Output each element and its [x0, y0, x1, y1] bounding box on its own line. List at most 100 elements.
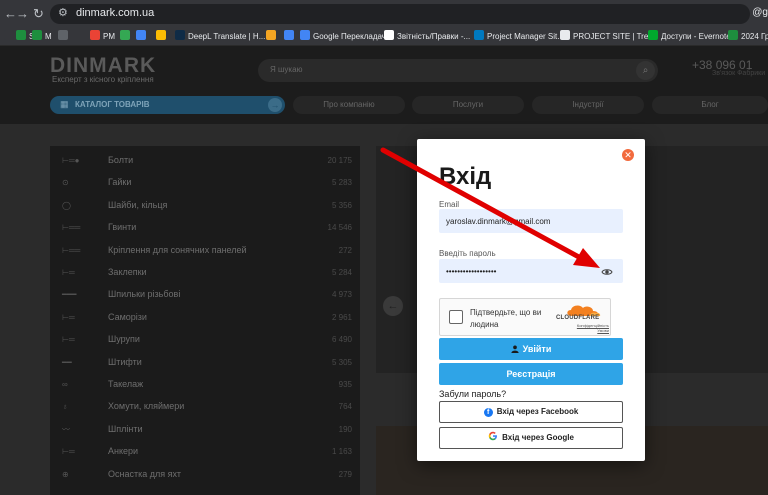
bookmark-favicon-icon — [32, 30, 42, 40]
forgot-password-link[interactable]: Забули пароль? — [439, 389, 506, 399]
eye-icon[interactable] — [601, 266, 613, 278]
bookmark-item[interactable]: 2024 Граф — [728, 30, 768, 44]
category-icon: ⊢══ — [62, 223, 81, 233]
category-item[interactable]: ⊢═ Анкери 1 163 — [50, 441, 360, 463]
cloudflare-links[interactable]: Конфіденційність Умови — [565, 323, 609, 333]
close-icon[interactable]: ✕ — [622, 149, 634, 161]
bookmark-favicon-icon — [4, 30, 14, 40]
cloudflare-captcha: Підтвердьте, що ви людина CLOUDFLARE Кон… — [439, 298, 611, 336]
nav-services[interactable]: Послуги — [412, 96, 524, 114]
category-item[interactable]: ⊢═● Болти 20 175 — [50, 150, 360, 172]
bookmark-item[interactable]: Project Manager Sit... — [474, 30, 564, 44]
category-name: Такелаж — [108, 379, 144, 389]
bookmark-label: Google Перекладач — [313, 32, 386, 41]
category-icon: ━━━ — [62, 290, 77, 300]
bookmark-label: M — [45, 32, 52, 41]
bookmark-favicon-icon — [90, 30, 100, 40]
category-name: Оснастка для яхт — [108, 468, 182, 479]
login-label: Увійти — [522, 344, 552, 354]
bookmark-favicon-icon — [284, 30, 294, 40]
bookmark-item[interactable]: Звітність/Правки -... — [384, 30, 470, 44]
category-icon: 〰 — [62, 424, 70, 434]
address-bar[interactable]: ⚙ dinmark.com.ua — [50, 4, 750, 24]
category-icon: ━━ — [62, 357, 72, 367]
category-item[interactable]: ⊢═ Заклепки 5 284 — [50, 262, 360, 284]
bookmark-item[interactable] — [120, 30, 133, 44]
bookmark-item[interactable]: M — [32, 30, 52, 44]
bookmark-favicon-icon — [648, 30, 658, 40]
bookmark-item[interactable] — [156, 30, 169, 44]
captcha-checkbox[interactable] — [449, 310, 463, 324]
category-icon: ⊕ — [62, 469, 69, 479]
category-icon: ⊙ — [62, 178, 69, 188]
captcha-label: Підтвердьте, що ви людина — [470, 308, 542, 329]
bookmark-favicon-icon — [728, 30, 738, 40]
login-button[interactable]: Увійти — [439, 338, 623, 360]
category-name: Гайки — [108, 177, 132, 188]
category-item[interactable]: ∞ Такелаж 935 — [50, 374, 360, 396]
category-item[interactable]: ━━━ Шпильки різьбові 4 973 — [50, 284, 360, 306]
facebook-icon: f — [483, 408, 493, 417]
search-icon[interactable]: ⌕ — [636, 61, 655, 80]
bookmark-item[interactable] — [136, 30, 149, 44]
catalog-button[interactable]: ▦ КАТАЛОГ ТОВАРІВ → — [50, 96, 285, 114]
nav-about[interactable]: Про компанію — [293, 96, 405, 114]
register-button[interactable]: Реєстрація — [439, 363, 623, 385]
bookmark-favicon-icon — [58, 30, 68, 40]
category-icon: ⊢═ — [62, 268, 75, 277]
category-name: Анкери — [108, 446, 139, 457]
category-item[interactable]: ⊢═ Шурупи 6 490 — [50, 329, 360, 351]
category-item[interactable]: ⊕ Оснастка для яхт 279 — [50, 464, 360, 486]
bookmark-favicon-icon — [560, 30, 570, 40]
category-icon: ⊢═ — [62, 335, 75, 345]
bookmark-label: Project Manager Sit... — [487, 32, 564, 41]
bookmark-item[interactable]: PROJECT SITE | Trello — [560, 30, 656, 44]
category-item[interactable]: ⊙ Гайки 5 283 — [50, 172, 360, 194]
modal-title: Вхід — [439, 163, 492, 190]
category-count: 5 284 — [331, 268, 352, 277]
google-login-button[interactable]: Вхід через Google — [439, 427, 623, 449]
bookmark-item[interactable]: PM — [90, 30, 115, 44]
banner-prev-icon[interactable]: ← — [383, 296, 403, 316]
account-label[interactable]: @g — [752, 7, 768, 18]
reload-icon[interactable]: ↻ — [33, 6, 44, 22]
bookmark-favicon-icon — [266, 30, 276, 40]
category-item[interactable]: ⊢══ Гвинти 14 546 — [50, 217, 360, 239]
site-info-icon[interactable]: ⚙ — [58, 6, 68, 19]
category-count: 14 546 — [327, 223, 352, 233]
category-count: 935 — [338, 380, 352, 389]
bookmark-item[interactable]: Доступи - Evernote — [648, 30, 731, 44]
password-field[interactable] — [439, 259, 623, 283]
bookmark-label: PROJECT SITE | Trello — [573, 32, 657, 41]
category-item[interactable]: ♁ Хомути, кляймери 764 — [50, 396, 360, 418]
category-count: 20 175 — [327, 156, 352, 165]
bookmark-item[interactable] — [266, 30, 279, 44]
email-field[interactable] — [439, 209, 623, 233]
category-item[interactable]: ◯ Шайби, кільця 5 356 — [50, 195, 360, 217]
facebook-login-button[interactable]: f Вхід через Facebook — [439, 401, 623, 423]
google-login-label: Вхід через Google — [502, 433, 574, 442]
bookmark-label: PM — [103, 32, 115, 41]
category-count: 279 — [338, 469, 352, 479]
google-icon — [488, 429, 498, 441]
bookmark-item[interactable]: Google Перекладач — [300, 30, 386, 44]
bookmark-item[interactable]: DeepL Translate | H... — [175, 30, 265, 44]
category-name: Заклепки — [108, 267, 147, 277]
email-label: Email — [439, 200, 460, 209]
nav-industries[interactable]: Індустрії — [532, 96, 644, 114]
phone-subtitle: Зв'язок Фабрики — [712, 70, 766, 77]
password-label: Введіть пароль — [439, 249, 496, 258]
forward-icon[interactable]: → — [16, 6, 29, 22]
category-item[interactable]: ━━ Штифти 5 305 — [50, 352, 360, 374]
category-name: Шпильки різьбові — [108, 289, 181, 300]
browser-toolbar: ← → ↻ ⚙ dinmark.com.ua @g — [0, 0, 768, 28]
nav-blog[interactable]: Блог — [652, 96, 768, 114]
site-tagline: Експерт з кісного кріплення — [52, 75, 154, 84]
site-search-bar[interactable]: Я шукаю ⌕ — [258, 59, 658, 82]
category-item[interactable]: 〰 Шплінти 190 — [50, 419, 360, 441]
category-item[interactable]: ⊢═ Саморізи 2 961 — [50, 307, 360, 329]
bookmark-favicon-icon — [16, 30, 26, 40]
category-item[interactable]: ⊢══ Кріплення для сонячних панелей 272 — [50, 240, 360, 262]
bookmark-item[interactable] — [284, 30, 297, 44]
bookmark-item[interactable] — [58, 30, 71, 44]
